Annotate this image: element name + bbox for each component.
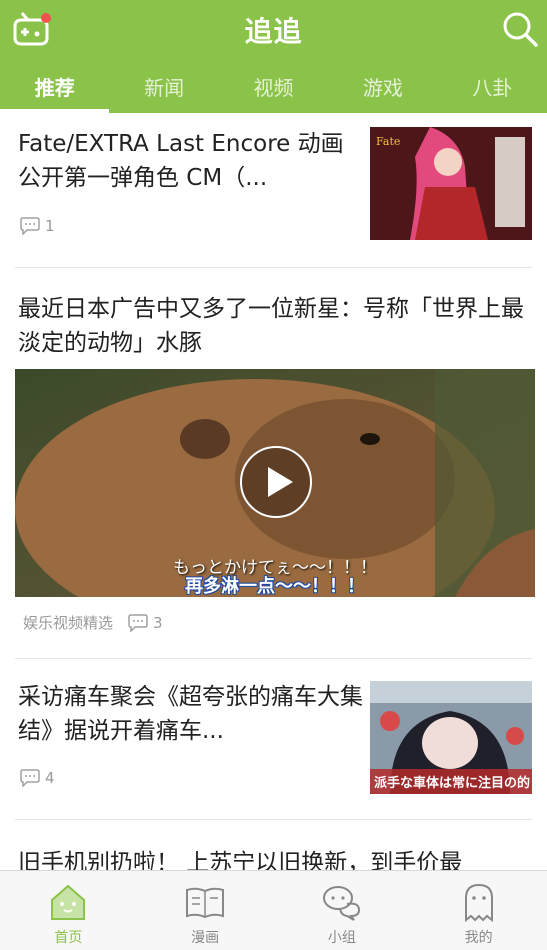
home-icon [51,884,86,920]
feed-item-title[interactable]: 旧手机别扔啦！ 上苏宁以旧换新，到手价最 [18,846,547,870]
news-feed[interactable]: Fate/EXTRA Last Encore 动画公开第一弹角色 CM（... … [0,113,547,870]
tab-recommend[interactable]: 推荐 [0,64,110,113]
search-icon[interactable] [501,10,539,48]
nav-home[interactable]: 首页 [0,871,137,950]
app-title: 追追 [244,15,303,48]
feed-item-meta: 娱乐视频精选 3 [23,612,163,633]
comment-count: 1 [45,217,55,235]
feed-item[interactable]: 旧手机别扔啦！ 上苏宁以旧换新，到手价最 [15,820,532,870]
feed-item-thumbnail[interactable]: Fate [370,127,532,240]
comment-icon [128,613,148,632]
app-header: 追追 推荐 新闻 视频 游戏 八卦 [0,0,547,113]
nav-groups[interactable]: 小组 [274,871,411,950]
feed-item-meta: 4 [19,769,55,787]
comment-icon [20,769,40,787]
svg-text:Fate: Fate [376,135,400,148]
feed-item[interactable]: 最近日本广告中又多了一位新星：号称「世界上最淡定的动物」水豚 もっとかけてぇ〜〜… [15,268,535,659]
nav-comics[interactable]: 漫画 [137,871,274,950]
chat-bubbles-icon [322,886,360,921]
bottom-navigation: 首页 漫画 小组 我的 [0,870,547,950]
feed-item-meta: 1 [19,217,55,235]
play-icon[interactable] [239,445,313,519]
feed-item-title[interactable]: 最近日本广告中又多了一位新星：号称「世界上最淡定的动物」水豚 [18,292,538,360]
comment-count: 4 [45,769,55,787]
tab-games[interactable]: 游戏 [328,64,437,113]
feed-item[interactable]: Fate/EXTRA Last Encore 动画公开第一弹角色 CM（... … [15,113,532,268]
ghost-profile-icon [464,883,493,923]
nav-comics-label: 漫画 [191,930,220,946]
feed-item-source[interactable]: 娱乐视频精选 [23,612,113,633]
feed-item-title[interactable]: 采访痛车聚会《超夸张的痛车大集结》据说开着痛车... [18,680,363,748]
feed-item-title[interactable]: Fate/EXTRA Last Encore 动画公开第一弹角色 CM（... [18,127,363,195]
tab-video[interactable]: 视频 [219,64,328,113]
nav-me-label: 我的 [464,930,493,946]
comment-count: 3 [153,613,163,632]
thumbnail-caption: 派手な車体は常に注目の的 [374,776,531,791]
feed-item-thumbnail[interactable]: 派手な車体は常に注目の的 [370,681,532,794]
tab-news[interactable]: 新闻 [109,64,218,113]
nav-home-label: 首页 [54,930,83,946]
nav-groups-label: 小组 [327,930,356,946]
video-player[interactable]: もっとかけてぇ〜〜！！！ 再多淋一点～～！！！ [15,369,535,597]
book-icon [186,887,225,919]
category-tabs: 推荐 新闻 视频 游戏 八卦 [0,64,547,113]
nav-me[interactable]: 我的 [410,871,547,950]
tab-gossip[interactable]: 八卦 [438,64,547,113]
comment-icon [20,217,40,235]
feed-item[interactable]: 采访痛车聚会《超夸张的痛车大集结》据说开着痛车... 派手な車体は常に注目の的 … [15,659,532,820]
video-subtitle-cn: 再多淋一点～～！！！ [185,576,365,597]
